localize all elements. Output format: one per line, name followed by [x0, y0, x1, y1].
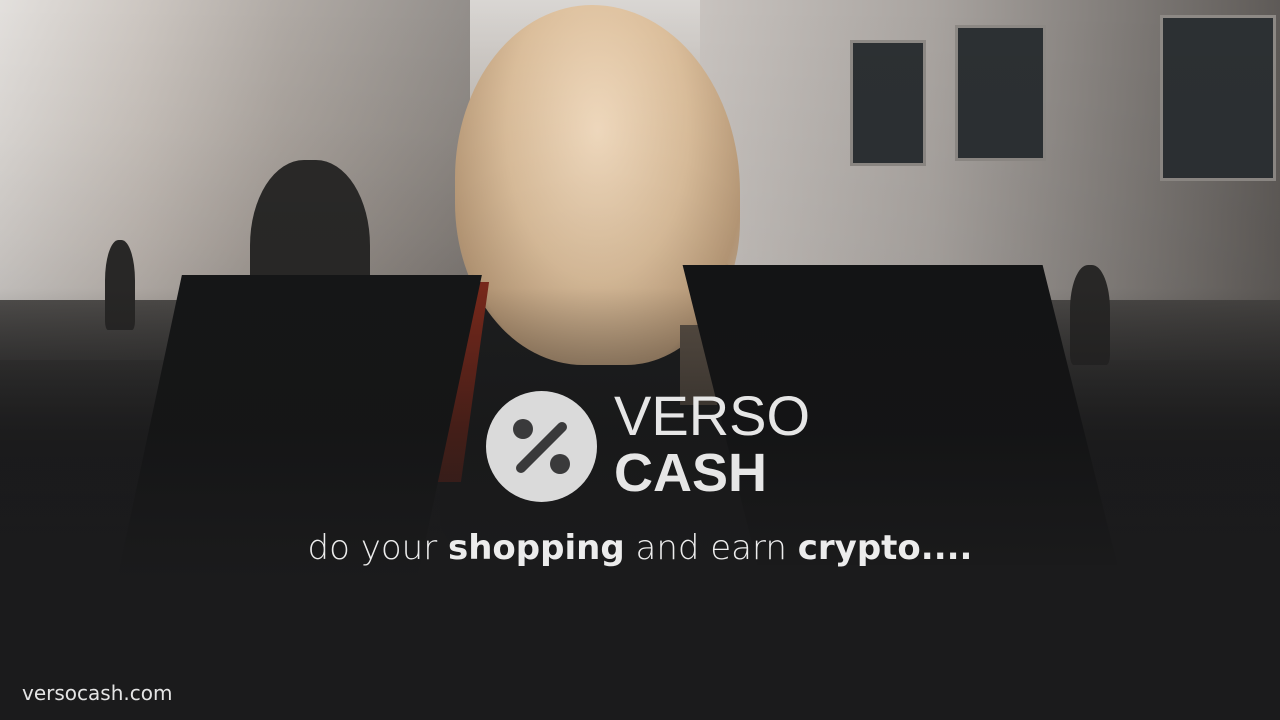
brand-name-verso: VERSO — [614, 384, 811, 447]
percent-icon — [486, 391, 597, 502]
banner: VERSO CASH do your shopping and earn cry… — [0, 0, 1280, 720]
website-url: versocash.com — [22, 681, 173, 705]
dark-overlay — [0, 0, 1280, 720]
tagline-highlight-crypto: crypto — [797, 528, 921, 568]
brand-name-cash: CASH — [614, 443, 768, 503]
tagline: do your shopping and earn crypto.... — [0, 524, 1280, 572]
tagline-ellipsis: .... — [920, 528, 973, 568]
tagline-highlight-shopping: shopping — [447, 528, 625, 568]
tagline-text: do your — [307, 528, 448, 568]
tagline-text: and earn — [624, 528, 798, 568]
